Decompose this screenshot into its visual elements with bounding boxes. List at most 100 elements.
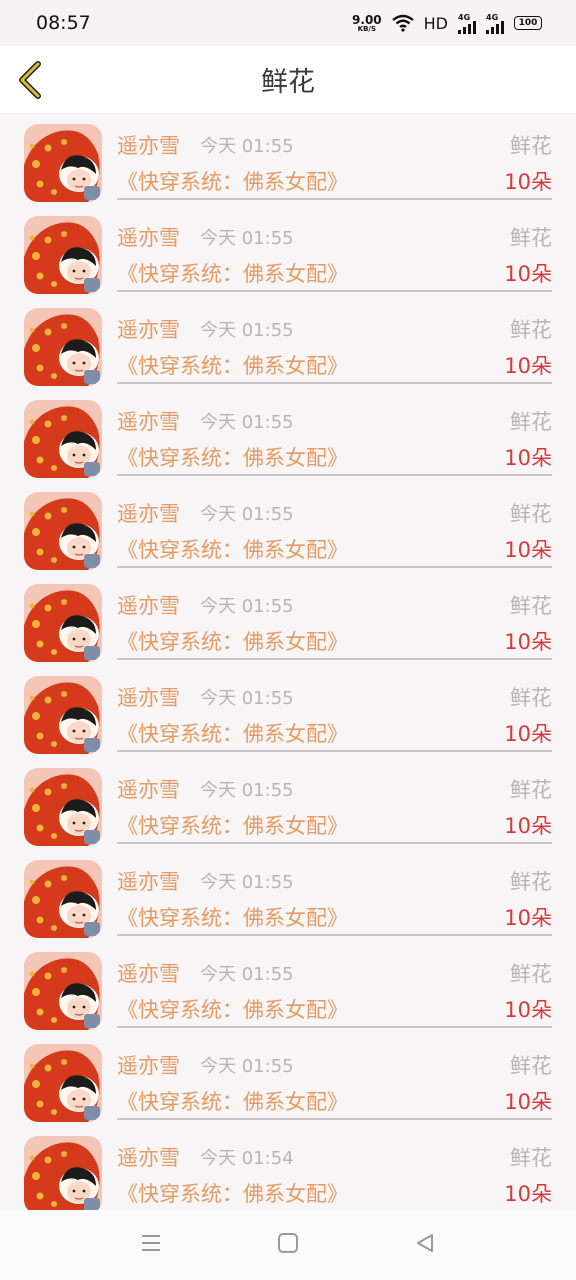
gift-count: 10朵 bbox=[504, 1090, 552, 1114]
book-title[interactable]: 《快穿系统：佛系女配》 bbox=[117, 718, 348, 748]
net-speed: 9.00 KB/S bbox=[352, 14, 382, 33]
avatar[interactable] bbox=[24, 1044, 102, 1122]
avatar[interactable] bbox=[24, 768, 102, 846]
chevron-left-icon[interactable] bbox=[12, 58, 52, 102]
avatar[interactable] bbox=[24, 584, 102, 662]
gift-count: 10朵 bbox=[504, 354, 552, 378]
book-title[interactable]: 《快穿系统：佛系女配》 bbox=[117, 258, 348, 288]
list-item[interactable]: 遥亦雪 今天 01:55 鲜花 《快穿系统：佛系女配》 10朵 bbox=[0, 668, 576, 760]
book-title[interactable]: 《快穿系统：佛系女配》 bbox=[117, 626, 348, 656]
gift-count: 10朵 bbox=[504, 538, 552, 562]
list-item[interactable]: 遥亦雪 今天 01:55 鲜花 《快穿系统：佛系女配》 10朵 bbox=[0, 300, 576, 392]
record-info: 遥亦雪 今天 01:55 鲜花 《快穿系统：佛系女配》 10朵 bbox=[117, 944, 552, 1028]
gift-type: 鲜花 bbox=[510, 778, 552, 802]
home-square-icon[interactable] bbox=[277, 1232, 299, 1254]
list-item[interactable]: 遥亦雪 今天 01:55 鲜花 《快穿系统：佛系女配》 10朵 bbox=[0, 484, 576, 576]
net-speed-value: 9.00 bbox=[352, 12, 382, 27]
status-bar: 08:57 9.00 KB/S HD 4G 4G 100 bbox=[0, 0, 576, 46]
book-title[interactable]: 《快穿系统：佛系女配》 bbox=[117, 902, 348, 932]
gift-record-list[interactable]: 遥亦雪 今天 01:55 鲜花 《快穿系统：佛系女配》 10朵 遥亦雪 今天 0… bbox=[0, 116, 576, 1210]
signal-1-icon: 4G bbox=[458, 13, 476, 34]
record-time: 今天 01:55 bbox=[200, 320, 294, 341]
record-time: 今天 01:54 bbox=[200, 1148, 294, 1169]
avatar[interactable] bbox=[24, 860, 102, 938]
record-info: 遥亦雪 今天 01:54 鲜花 《快穿系统：佛系女配》 10朵 bbox=[117, 1128, 552, 1210]
list-item[interactable]: 遥亦雪 今天 01:55 鲜花 《快穿系统：佛系女配》 10朵 bbox=[0, 1036, 576, 1128]
user-name[interactable]: 遥亦雪 bbox=[117, 130, 180, 160]
record-info: 遥亦雪 今天 01:55 鲜花 《快穿系统：佛系女配》 10朵 bbox=[117, 1036, 552, 1120]
status-time: 08:57 bbox=[36, 12, 91, 34]
user-name[interactable]: 遥亦雪 bbox=[117, 1050, 180, 1080]
gift-count: 10朵 bbox=[504, 1182, 552, 1206]
user-name[interactable]: 遥亦雪 bbox=[117, 590, 180, 620]
user-name[interactable]: 遥亦雪 bbox=[117, 682, 180, 712]
list-item[interactable]: 遥亦雪 今天 01:55 鲜花 《快穿系统：佛系女配》 10朵 bbox=[0, 116, 576, 208]
gift-type: 鲜花 bbox=[510, 870, 552, 894]
avatar[interactable] bbox=[24, 124, 102, 202]
list-item[interactable]: 遥亦雪 今天 01:55 鲜花 《快穿系统：佛系女配》 10朵 bbox=[0, 852, 576, 944]
gift-type: 鲜花 bbox=[510, 502, 552, 526]
gift-type: 鲜花 bbox=[510, 318, 552, 342]
gift-count: 10朵 bbox=[504, 906, 552, 930]
record-info: 遥亦雪 今天 01:55 鲜花 《快穿系统：佛系女配》 10朵 bbox=[117, 668, 552, 752]
user-name[interactable]: 遥亦雪 bbox=[117, 774, 180, 804]
user-name[interactable]: 遥亦雪 bbox=[117, 958, 180, 988]
user-name[interactable]: 遥亦雪 bbox=[117, 498, 180, 528]
user-name[interactable]: 遥亦雪 bbox=[117, 1142, 180, 1172]
page-title: 鲜花 bbox=[261, 67, 315, 98]
list-item[interactable]: 遥亦雪 今天 01:55 鲜花 《快穿系统：佛系女配》 10朵 bbox=[0, 392, 576, 484]
record-time: 今天 01:55 bbox=[200, 688, 294, 709]
signal-2-icon: 4G bbox=[486, 13, 504, 34]
book-title[interactable]: 《快穿系统：佛系女配》 bbox=[117, 1178, 348, 1208]
book-title[interactable]: 《快穿系统：佛系女配》 bbox=[117, 166, 348, 196]
user-name[interactable]: 遥亦雪 bbox=[117, 222, 180, 252]
gift-count: 10朵 bbox=[504, 722, 552, 746]
record-time: 今天 01:55 bbox=[200, 136, 294, 157]
record-time: 今天 01:55 bbox=[200, 596, 294, 617]
gift-type: 鲜花 bbox=[510, 962, 552, 986]
gift-count: 10朵 bbox=[504, 170, 552, 194]
triangle-back-icon[interactable] bbox=[414, 1232, 436, 1254]
gift-count: 10朵 bbox=[504, 998, 552, 1022]
list-item[interactable]: 遥亦雪 今天 01:55 鲜花 《快穿系统：佛系女配》 10朵 bbox=[0, 760, 576, 852]
book-title[interactable]: 《快穿系统：佛系女配》 bbox=[117, 810, 348, 840]
user-name[interactable]: 遥亦雪 bbox=[117, 406, 180, 436]
gift-count: 10朵 bbox=[504, 630, 552, 654]
list-item[interactable]: 遥亦雪 今天 01:54 鲜花 《快穿系统：佛系女配》 10朵 bbox=[0, 1128, 576, 1210]
avatar[interactable] bbox=[24, 1136, 102, 1210]
book-title[interactable]: 《快穿系统：佛系女配》 bbox=[117, 534, 348, 564]
book-title[interactable]: 《快穿系统：佛系女配》 bbox=[117, 1086, 348, 1116]
record-time: 今天 01:55 bbox=[200, 228, 294, 249]
avatar[interactable] bbox=[24, 676, 102, 754]
gift-type: 鲜花 bbox=[510, 1146, 552, 1170]
record-info: 遥亦雪 今天 01:55 鲜花 《快穿系统：佛系女配》 10朵 bbox=[117, 116, 552, 200]
user-name[interactable]: 遥亦雪 bbox=[117, 314, 180, 344]
gift-type: 鲜花 bbox=[510, 1054, 552, 1078]
list-item[interactable]: 遥亦雪 今天 01:55 鲜花 《快穿系统：佛系女配》 10朵 bbox=[0, 576, 576, 668]
net-speed-unit: KB/S bbox=[357, 24, 377, 33]
book-title[interactable]: 《快穿系统：佛系女配》 bbox=[117, 442, 348, 472]
avatar[interactable] bbox=[24, 400, 102, 478]
record-info: 遥亦雪 今天 01:55 鲜花 《快穿系统：佛系女配》 10朵 bbox=[117, 576, 552, 660]
record-time: 今天 01:55 bbox=[200, 780, 294, 801]
gift-count: 10朵 bbox=[504, 814, 552, 838]
book-title[interactable]: 《快穿系统：佛系女配》 bbox=[117, 350, 348, 380]
record-time: 今天 01:55 bbox=[200, 1056, 294, 1077]
book-title[interactable]: 《快穿系统：佛系女配》 bbox=[117, 994, 348, 1024]
avatar[interactable] bbox=[24, 952, 102, 1030]
avatar[interactable] bbox=[24, 308, 102, 386]
menu-icon[interactable] bbox=[140, 1232, 162, 1254]
record-time: 今天 01:55 bbox=[200, 964, 294, 985]
record-info: 遥亦雪 今天 01:55 鲜花 《快穿系统：佛系女配》 10朵 bbox=[117, 760, 552, 844]
avatar[interactable] bbox=[24, 216, 102, 294]
list-item[interactable]: 遥亦雪 今天 01:55 鲜花 《快穿系统：佛系女配》 10朵 bbox=[0, 208, 576, 300]
record-info: 遥亦雪 今天 01:55 鲜花 《快穿系统：佛系女配》 10朵 bbox=[117, 208, 552, 292]
user-name[interactable]: 遥亦雪 bbox=[117, 866, 180, 896]
status-icons: 9.00 KB/S HD 4G 4G 100 bbox=[352, 13, 542, 34]
wifi-icon bbox=[391, 14, 414, 32]
gift-type: 鲜花 bbox=[510, 226, 552, 250]
top-bar: 鲜花 bbox=[0, 46, 576, 114]
avatar[interactable] bbox=[24, 492, 102, 570]
list-item[interactable]: 遥亦雪 今天 01:55 鲜花 《快穿系统：佛系女配》 10朵 bbox=[0, 944, 576, 1036]
record-info: 遥亦雪 今天 01:55 鲜花 《快穿系统：佛系女配》 10朵 bbox=[117, 392, 552, 476]
